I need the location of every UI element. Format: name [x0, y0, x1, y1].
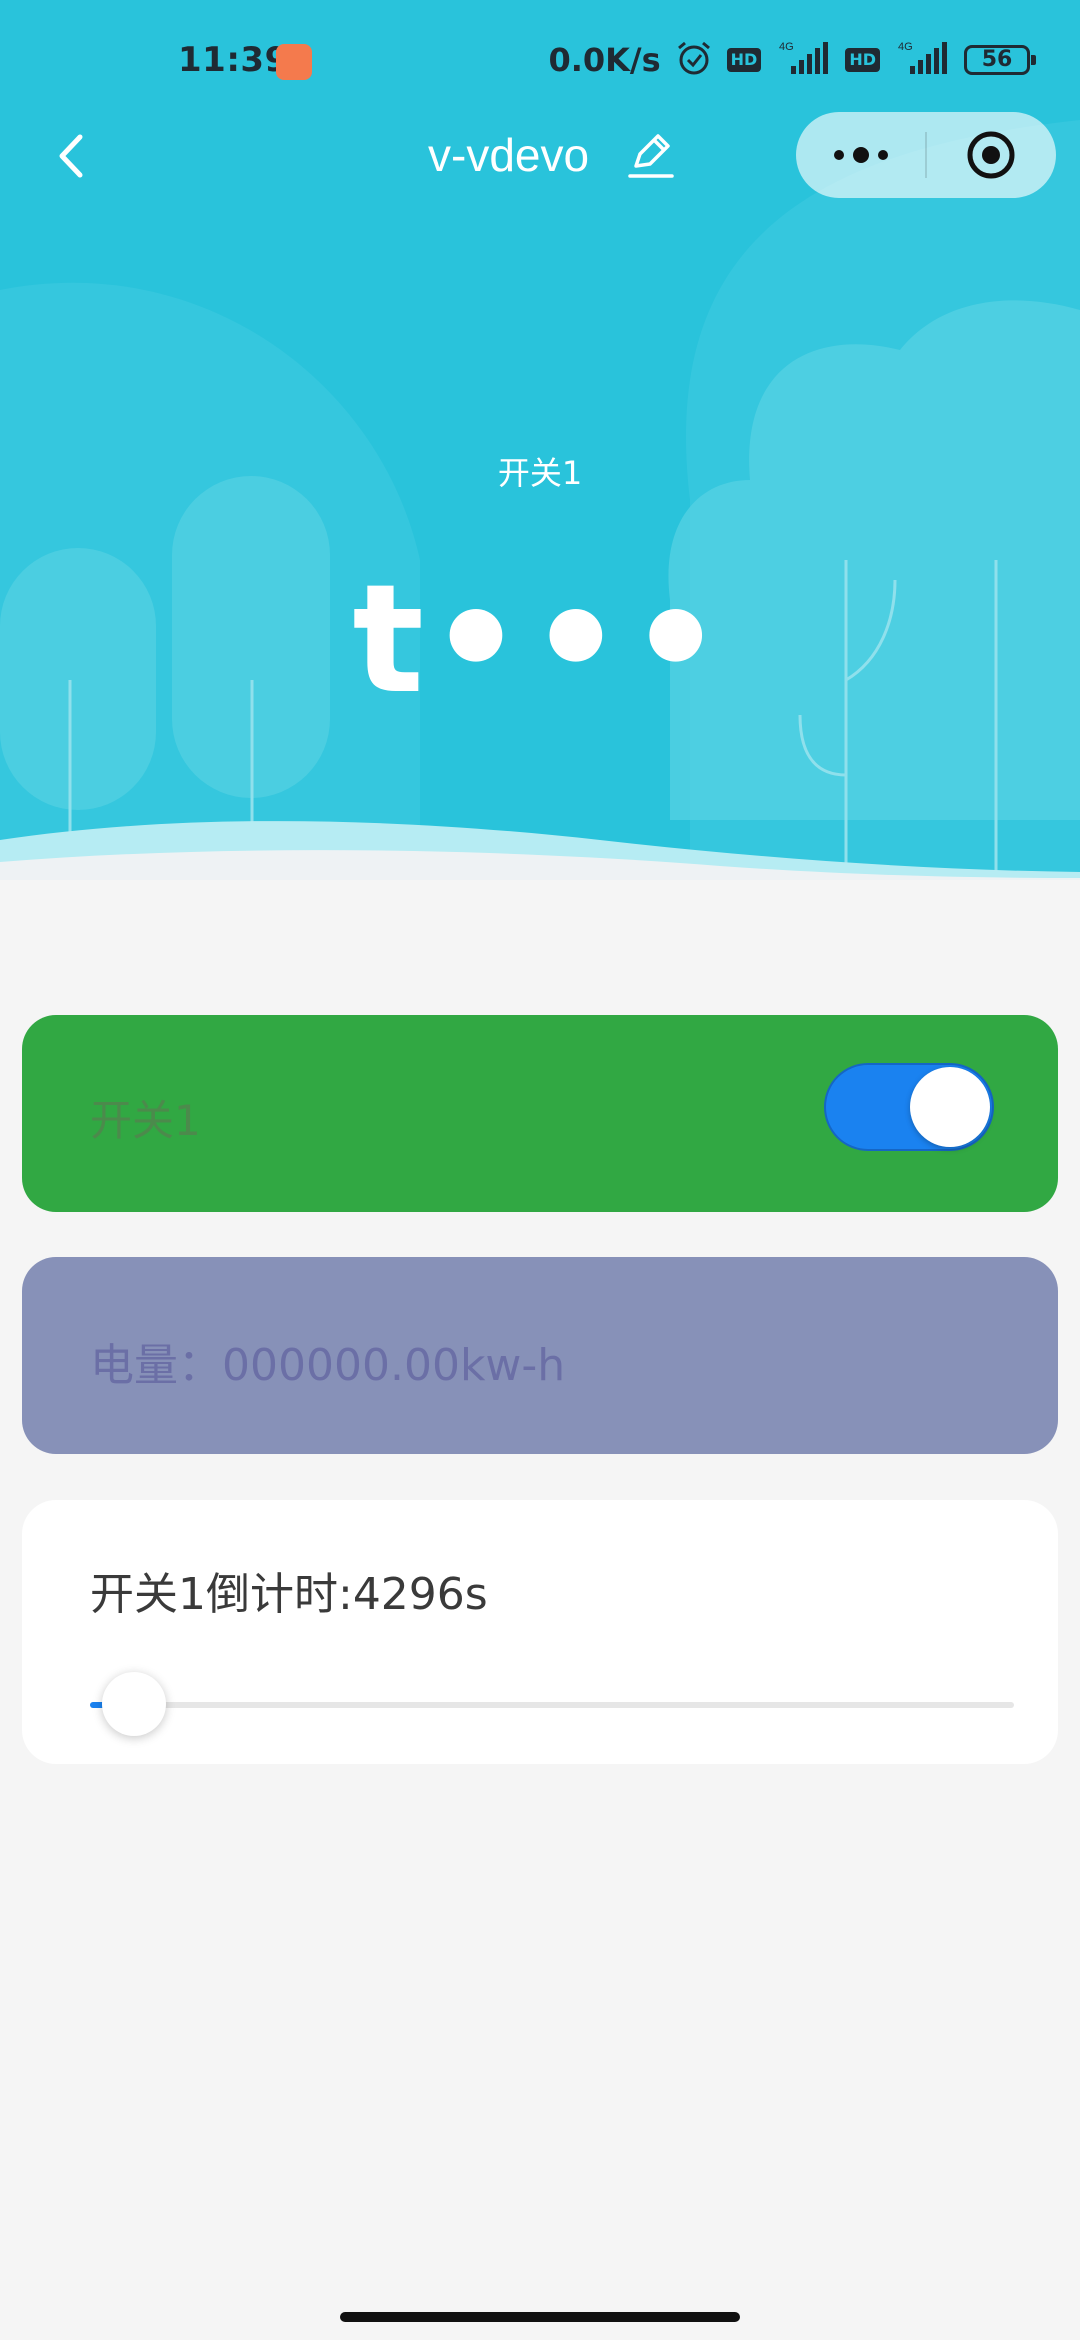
countdown-slider[interactable] — [90, 1672, 1014, 1758]
close-button[interactable] — [926, 112, 1056, 198]
hero-switch-label: 开关1 — [497, 454, 583, 492]
slider-track — [90, 1702, 1014, 1708]
status-bar: 11:39 0.0K/s HD 4G HD 4G 56 — [0, 0, 1080, 124]
toggle-knob — [910, 1067, 990, 1147]
edit-title-button[interactable] — [626, 130, 676, 180]
signal-icon: 4G — [775, 40, 831, 80]
page-title: v-vdevo — [428, 129, 590, 181]
svg-text:4G: 4G — [898, 41, 913, 53]
switch-label: 开关1 — [90, 1096, 201, 1145]
countdown-label: 开关1倒计时:4296s — [90, 1569, 488, 1620]
close-target-icon — [967, 131, 1015, 179]
switch-card: 开关1 — [22, 1015, 1058, 1212]
energy-card: 电量：000000.00kw-h — [22, 1257, 1058, 1454]
edit-pencil-icon — [628, 134, 674, 178]
app-notification-icon — [276, 44, 312, 80]
back-button[interactable] — [40, 126, 100, 186]
timer-card: 开关1倒计时:4296s — [22, 1500, 1058, 1764]
hero-value: t••• — [352, 553, 728, 727]
energy-reading: 电量：000000.00kw-h — [90, 1340, 566, 1391]
status-right-group: 0.0K/s HD 4G HD 4G 56 — [548, 38, 1036, 82]
alarm-icon — [675, 39, 713, 81]
more-button[interactable] — [796, 112, 926, 198]
battery-icon: 56 — [964, 45, 1036, 75]
navbar: v-vdevo — [0, 112, 1080, 202]
signal-icon-2: 4G — [894, 40, 950, 80]
slider-thumb[interactable] — [102, 1672, 166, 1736]
status-time: 11:39 — [178, 40, 289, 80]
svg-text:4G: 4G — [779, 41, 794, 53]
hd-badge: HD — [726, 48, 762, 72]
hd-badge-2: HD — [845, 48, 880, 72]
back-arrow-icon — [59, 134, 83, 178]
switch-toggle[interactable] — [824, 1063, 994, 1151]
home-indicator — [340, 2312, 740, 2322]
hero-header: 11:39 0.0K/s HD 4G HD 4G 56 v-vdevo 开关1 … — [0, 0, 1080, 880]
miniprogram-capsule — [796, 112, 1056, 198]
network-speed: 0.0K/s — [548, 41, 661, 79]
more-dots-icon — [834, 147, 888, 163]
